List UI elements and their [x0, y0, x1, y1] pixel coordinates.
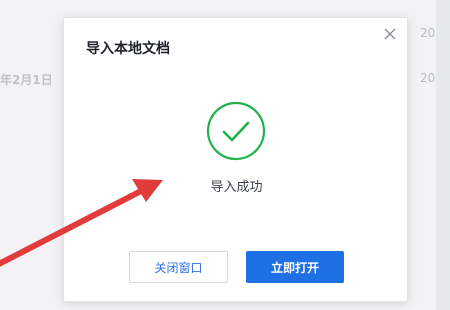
- import-document-dialog: 导入本地文档 导入成功 关闭窗口 立即打开: [63, 17, 408, 302]
- import-status-text: 导入成功: [210, 180, 263, 195]
- open-now-button[interactable]: 立即打开: [246, 251, 344, 283]
- close-icon[interactable]: [382, 26, 398, 42]
- background-text-top: ⋯⋯: [212, 0, 236, 6]
- background-scroll-area: [436, 0, 450, 310]
- dialog-title: 导入本地文档: [86, 41, 170, 57]
- screen: ⋯⋯ 2021 2021 年2月1日 导入本地文档 导入成功 关闭窗口 立即打开: [0, 0, 450, 310]
- close-window-button[interactable]: 关闭窗口: [129, 251, 228, 283]
- background-date-label: 年2月1日: [0, 73, 53, 87]
- check-circle-icon: [206, 101, 266, 161]
